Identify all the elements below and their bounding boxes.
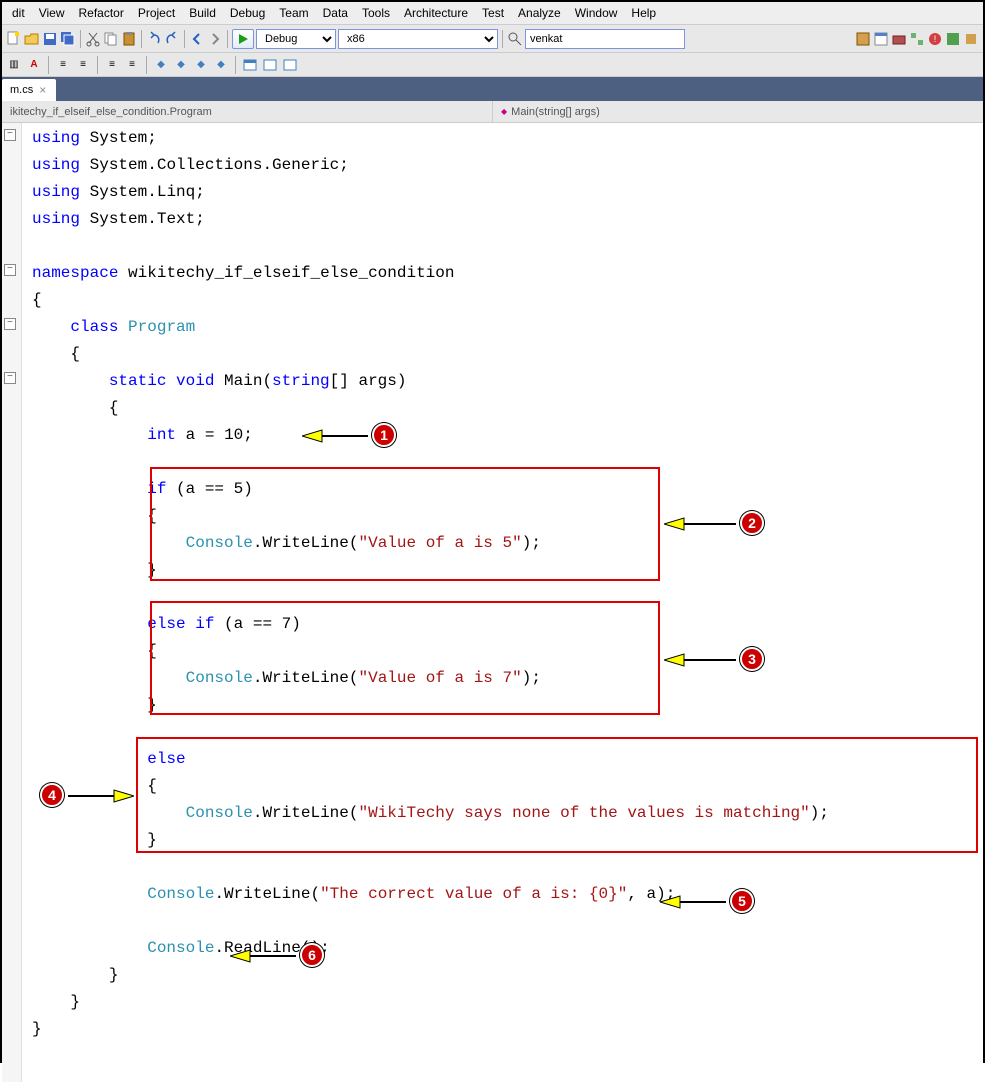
menu-architecture[interactable]: Architecture	[398, 4, 474, 22]
menu-view[interactable]: View	[33, 4, 71, 22]
undo-icon[interactable]	[146, 31, 162, 47]
code-editor[interactable]: − − − − using System; using System.Colle…	[2, 123, 983, 1082]
start-debug-button[interactable]	[232, 29, 254, 49]
toolbar-separator	[146, 56, 147, 74]
menu-data[interactable]: Data	[317, 4, 354, 22]
toolbar-separator	[184, 30, 185, 48]
cut-icon[interactable]	[85, 31, 101, 47]
toolbar-separator	[48, 56, 49, 74]
type-nav-combo[interactable]: ikitechy_if_elseif_else_condition.Progra…	[2, 101, 493, 122]
new-file-icon[interactable]	[6, 31, 22, 47]
svg-text:!: !	[934, 34, 937, 44]
main-toolbar: Debug x86 !	[2, 25, 983, 53]
text-editor-toolbar: ▥ A ≡ ≡ ≡ ≡ ◆ ◆ ◆ ◆	[2, 53, 983, 77]
member-nav-combo[interactable]: Main(string[] args)	[493, 101, 983, 122]
toolbox-icon[interactable]	[891, 31, 907, 47]
toolbar-separator	[235, 56, 236, 74]
document-tab-bar: m.cs ×	[2, 77, 983, 101]
outdent-icon[interactable]: ≡	[75, 57, 91, 73]
error-list-icon[interactable]: !	[927, 31, 943, 47]
comment-icon[interactable]: ≡	[104, 57, 120, 73]
fold-toggle-icon[interactable]: −	[4, 318, 16, 330]
menu-project[interactable]: Project	[132, 4, 181, 22]
bookmark-icon[interactable]: ◆	[153, 57, 169, 73]
save-all-icon[interactable]	[60, 31, 76, 47]
menu-window[interactable]: Window	[569, 4, 624, 22]
menu-bar: dit View Refactor Project Build Debug Te…	[2, 2, 983, 25]
config-combo[interactable]: Debug	[256, 29, 336, 49]
save-icon[interactable]	[42, 31, 58, 47]
fold-toggle-icon[interactable]: −	[4, 264, 16, 276]
platform-combo[interactable]: x86	[338, 29, 498, 49]
menu-help[interactable]: Help	[625, 4, 662, 22]
menu-debug[interactable]: Debug	[224, 4, 271, 22]
menu-test[interactable]: Test	[476, 4, 510, 22]
tab-label: m.cs	[10, 84, 33, 96]
solution-explorer-icon[interactable]	[855, 31, 871, 47]
menu-team[interactable]: Team	[273, 4, 314, 22]
menu-analyze[interactable]: Analyze	[512, 4, 567, 22]
font-size-icon[interactable]: A	[26, 57, 42, 73]
nav-fwd-icon[interactable]	[207, 31, 223, 47]
clear-bookmark-icon[interactable]: ◆	[213, 57, 229, 73]
indent-icon[interactable]: ≡	[55, 57, 71, 73]
find-icon[interactable]	[507, 31, 523, 47]
toolbar-separator	[80, 30, 81, 48]
toolbar-separator	[502, 30, 503, 48]
search-input[interactable]	[525, 29, 685, 49]
menu-tools[interactable]: Tools	[356, 4, 396, 22]
nav-back-icon[interactable]	[189, 31, 205, 47]
fold-gutter: − − − −	[2, 123, 22, 1082]
menu-edit[interactable]: dit	[6, 4, 31, 22]
copy-icon[interactable]	[103, 31, 119, 47]
redo-icon[interactable]	[164, 31, 180, 47]
next-bookmark-icon[interactable]: ◆	[193, 57, 209, 73]
fold-toggle-icon[interactable]: −	[4, 129, 16, 141]
fold-toggle-icon[interactable]: −	[4, 372, 16, 384]
uncomment-icon[interactable]: ≡	[124, 57, 140, 73]
menu-build[interactable]: Build	[183, 4, 222, 22]
window-list-icon[interactable]	[242, 57, 258, 73]
toolbar-separator	[97, 56, 98, 74]
close-icon[interactable]: ×	[39, 83, 46, 97]
menu-refactor[interactable]: Refactor	[72, 4, 129, 22]
output-icon[interactable]	[282, 57, 298, 73]
paste-icon[interactable]	[121, 31, 137, 47]
object-icon[interactable]: ▥	[6, 57, 22, 73]
code-nav-bar: ikitechy_if_elseif_else_condition.Progra…	[2, 101, 983, 123]
open-icon[interactable]	[24, 31, 40, 47]
class-view-icon[interactable]	[909, 31, 925, 47]
document-tab[interactable]: m.cs ×	[2, 79, 56, 101]
code-content[interactable]: using System; using System.Collections.G…	[26, 125, 983, 1043]
immediate-icon[interactable]	[262, 57, 278, 73]
prev-bookmark-icon[interactable]: ◆	[173, 57, 189, 73]
properties-icon[interactable]	[873, 31, 889, 47]
extension-icon[interactable]	[963, 31, 979, 47]
toolbar-separator	[227, 30, 228, 48]
start-page-icon[interactable]	[945, 31, 961, 47]
toolbar-separator	[141, 30, 142, 48]
